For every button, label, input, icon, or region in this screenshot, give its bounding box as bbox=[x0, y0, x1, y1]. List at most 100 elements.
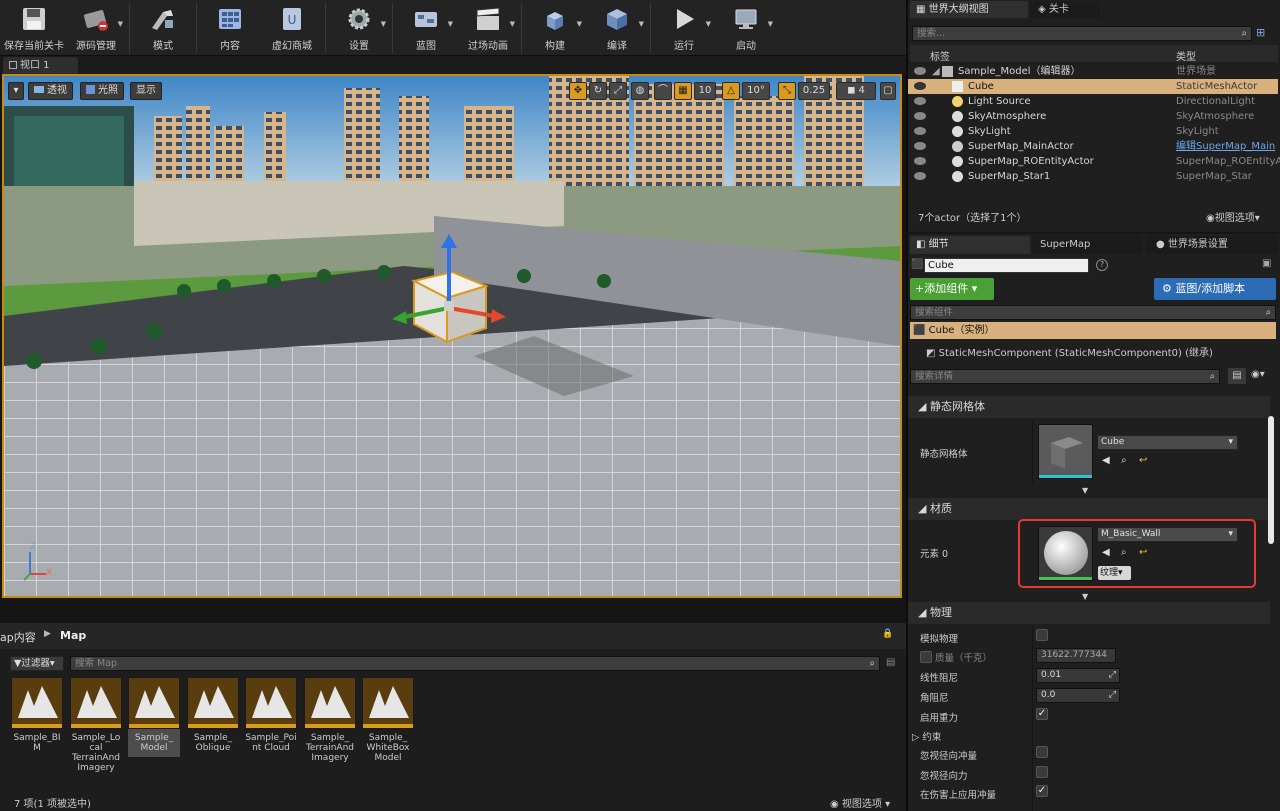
save-level-button[interactable]: 保存当前关卡 bbox=[3, 0, 65, 56]
breadcrumb-root[interactable]: ap内容 bbox=[0, 629, 36, 645]
save-all-icon[interactable]: ▤ bbox=[886, 657, 895, 668]
expand-chevron-icon[interactable]: ▼ bbox=[1082, 486, 1088, 495]
grid-snap-icon[interactable]: ▦ bbox=[674, 82, 692, 100]
lock-icon[interactable]: 🔒 bbox=[882, 629, 893, 639]
eye-icon[interactable] bbox=[914, 97, 926, 105]
asset-tile[interactable]: Sample_ Oblique bbox=[187, 677, 239, 753]
eye-icon[interactable] bbox=[914, 112, 926, 120]
viewport-options-dropdown[interactable]: ▾ bbox=[8, 82, 24, 100]
lit-dropdown[interactable]: 光照 bbox=[80, 82, 124, 100]
scale-snap-value[interactable]: 0.25 bbox=[798, 82, 830, 100]
constraints-group[interactable]: ▷ 约束 bbox=[912, 729, 941, 743]
breadcrumb-current[interactable]: Map bbox=[60, 629, 86, 642]
modes-button[interactable]: 模式 bbox=[132, 0, 194, 56]
use-selected-arrow-icon[interactable]: ◀ bbox=[1102, 455, 1110, 466]
rotation-snap-value[interactable]: 10° bbox=[742, 82, 770, 100]
asset-tile[interactable]: Sample_ TerrainAnd Imagery bbox=[304, 677, 356, 763]
reset-arrow-icon[interactable]: ↩ bbox=[1139, 455, 1147, 466]
simulate-physics-checkbox[interactable] bbox=[1036, 629, 1048, 641]
level-viewport[interactable]: ▾ 透视 光照 显示 ✥ ↻ ⤢ ◍ ⌒ ▦ 10 △ 10° ⤡ 0.25 ◼… bbox=[2, 74, 902, 598]
outliner-row[interactable]: ◢ Sample_Model（编辑器） 世界场景 bbox=[908, 64, 1278, 79]
outliner-view-options-button[interactable]: ◉视图选项▾ bbox=[1206, 209, 1260, 224]
source-control-button[interactable]: 源码管理 ▼ bbox=[65, 0, 127, 56]
mass-override-checkbox[interactable] bbox=[920, 651, 932, 663]
column-label[interactable]: 标签 bbox=[930, 48, 950, 63]
content-view-options-button[interactable]: ◉ 视图选项 ▾ bbox=[830, 795, 890, 810]
outliner-search-input[interactable]: 搜索... ⌕ bbox=[912, 26, 1252, 41]
tab-world-settings[interactable]: ● 世界场景设置 bbox=[1146, 236, 1278, 254]
edit-blueprint-link[interactable]: 编辑SuperMap_Main bbox=[1176, 139, 1275, 154]
asset-tile-selected[interactable]: Sample_ Model bbox=[128, 677, 180, 757]
rotation-snap-icon[interactable]: △ bbox=[722, 82, 740, 100]
show-dropdown[interactable]: 显示 bbox=[130, 82, 162, 100]
translate-mode-icon[interactable]: ✥ bbox=[569, 82, 587, 100]
section-physics[interactable]: ◢ 物理 bbox=[908, 602, 1270, 624]
angular-damping-field[interactable]: 0.0 ⤢ bbox=[1036, 688, 1120, 703]
section-static-mesh[interactable]: ◢ 静态网格体 bbox=[908, 396, 1270, 418]
asset-tile[interactable]: Sample_Local TerrainAnd Imagery bbox=[70, 677, 122, 773]
outliner-row-selected[interactable]: Cube StaticMeshActor bbox=[908, 79, 1278, 94]
apply-impulse-on-damage-checkbox[interactable]: ✓ bbox=[1036, 785, 1048, 797]
outliner-row[interactable]: SuperMap_ROEntityActor SuperMap_ROEntityA… bbox=[908, 154, 1280, 169]
outliner-row[interactable]: Light Source DirectionalLight bbox=[908, 94, 1278, 109]
new-folder-icon[interactable]: ⊞ bbox=[1256, 26, 1265, 39]
play-button[interactable]: 运行 ▼ bbox=[653, 0, 715, 56]
help-icon[interactable]: ? bbox=[1096, 259, 1108, 271]
cinematics-button[interactable]: 过场动画 ▼ bbox=[457, 0, 519, 56]
actor-name-field[interactable]: Cube bbox=[924, 258, 1089, 273]
tab-supermap[interactable]: SuperMap bbox=[1032, 236, 1142, 254]
maximize-viewport-icon[interactable]: ▢ bbox=[880, 82, 896, 100]
outliner-row[interactable]: SkyLight SkyLight bbox=[908, 124, 1278, 139]
linear-damping-field[interactable]: 0.01 ⤢ bbox=[1036, 668, 1120, 683]
component-instance-row[interactable]: ⬛ Cube（实例） bbox=[910, 322, 1276, 339]
blueprint-add-script-button[interactable]: ⚙ 蓝图/添加脚本 bbox=[1154, 278, 1276, 300]
compile-button[interactable]: 编译 ▼ bbox=[586, 0, 648, 56]
perspective-dropdown[interactable]: 透视 bbox=[28, 82, 73, 100]
tab-levels[interactable]: ◈ 关卡 bbox=[1030, 1, 1100, 18]
content-button[interactable]: 内容 bbox=[199, 0, 261, 56]
lock-icon[interactable]: ▣ bbox=[1262, 258, 1271, 269]
blueprints-button[interactable]: 蓝图 ▼ bbox=[395, 0, 457, 56]
static-mesh-thumbnail[interactable] bbox=[1038, 424, 1093, 479]
outliner-row[interactable]: SuperMap_MainActor 编辑SuperMap_Main bbox=[908, 139, 1278, 154]
component-row[interactable]: ◩ StaticMeshComponent (StaticMeshCompone… bbox=[926, 344, 1213, 359]
rotate-mode-icon[interactable]: ↻ bbox=[589, 82, 607, 100]
world-space-icon[interactable]: ◍ bbox=[631, 82, 649, 100]
tab-world-outliner[interactable]: ▦ 世界大纲视图 bbox=[910, 1, 1028, 18]
outliner-row[interactable]: SuperMap_Star1 SuperMap_Star bbox=[908, 169, 1278, 184]
mass-field[interactable]: 31622.777344 bbox=[1036, 648, 1116, 663]
filter-dropdown[interactable]: ▼过滤器▾ bbox=[10, 656, 64, 671]
static-mesh-dropdown[interactable]: Cube ▾ bbox=[1097, 435, 1238, 450]
details-view-options-icon[interactable]: ◉▾ bbox=[1251, 369, 1265, 380]
scale-mode-icon[interactable]: ⤢ bbox=[609, 82, 627, 100]
eye-icon[interactable] bbox=[914, 142, 926, 150]
eye-icon[interactable] bbox=[914, 127, 926, 135]
tab-details[interactable]: ◧ 细节 bbox=[910, 236, 1030, 254]
grid-snap-value[interactable]: 10 bbox=[694, 82, 716, 100]
expand-arrow-icon[interactable]: ◢ bbox=[932, 64, 940, 79]
build-button[interactable]: 构建 ▼ bbox=[524, 0, 586, 56]
eye-icon[interactable] bbox=[914, 172, 926, 180]
ignore-radial-impulse-checkbox[interactable] bbox=[1036, 746, 1048, 758]
component-search-input[interactable]: 搜索组件 ⌕ bbox=[910, 305, 1276, 320]
asset-tile[interactable]: Sample_BIM bbox=[11, 677, 63, 753]
content-search-input[interactable]: 搜索 Map ⌕ bbox=[70, 656, 880, 671]
eye-icon[interactable] bbox=[914, 82, 926, 90]
surface-snap-icon[interactable]: ⌒ bbox=[654, 82, 672, 100]
column-type[interactable]: 类型 bbox=[1176, 48, 1196, 63]
ignore-radial-force-checkbox[interactable] bbox=[1036, 766, 1048, 778]
eye-icon[interactable] bbox=[914, 157, 926, 165]
marketplace-button[interactable]: U 虚幻商城 bbox=[261, 0, 323, 56]
outliner-row[interactable]: SkyAtmosphere SkyAtmosphere bbox=[908, 109, 1278, 124]
asset-tile[interactable]: Sample_ WhiteBox Model bbox=[362, 677, 414, 763]
browse-search-icon[interactable]: ⌕ bbox=[1121, 455, 1127, 466]
details-scrollbar[interactable] bbox=[1268, 416, 1274, 544]
property-matrix-icon[interactable]: ▤ bbox=[1228, 368, 1246, 384]
scale-snap-icon[interactable]: ⤡ bbox=[778, 82, 796, 100]
section-material[interactable]: ◢ 材质 bbox=[908, 498, 1270, 520]
launch-button[interactable]: 启动 ▼ bbox=[715, 0, 777, 56]
tab-viewport-1[interactable]: 视口 1 bbox=[3, 57, 78, 74]
eye-icon[interactable] bbox=[914, 67, 926, 75]
expand-chevron-icon[interactable]: ▼ bbox=[1082, 592, 1088, 601]
add-component-button[interactable]: +添加组件 ▾ bbox=[910, 278, 994, 300]
